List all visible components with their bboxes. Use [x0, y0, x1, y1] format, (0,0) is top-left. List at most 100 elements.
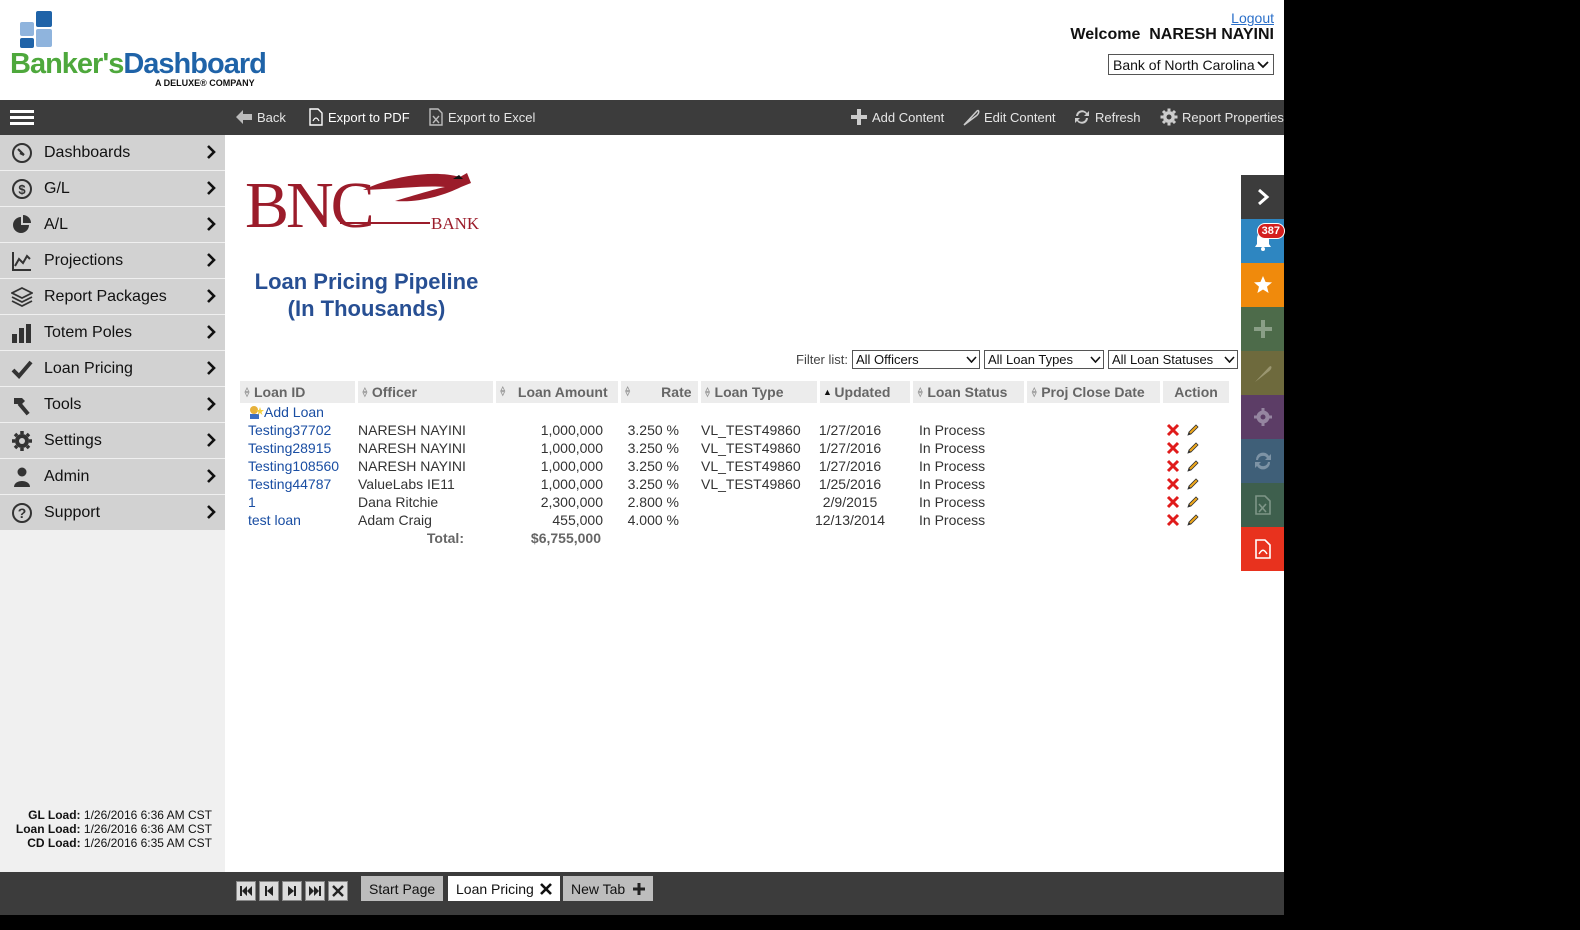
excel-file-icon [1254, 495, 1271, 515]
first-tab-button[interactable] [236, 881, 256, 901]
officer-cell: NARESH NAYINI [358, 458, 466, 474]
column-header-rate[interactable]: ▵ ▿ Rate [620, 381, 698, 403]
chevron-right-icon [207, 505, 216, 519]
loan-type-cell: VL_TEST49860 [701, 476, 801, 492]
sidebar-item-admin[interactable]: Admin [0, 459, 225, 494]
updated-cell: 1/27/2016 [818, 422, 882, 438]
loan-id-link[interactable]: test loan [240, 512, 358, 528]
delete-icon[interactable] [1166, 441, 1180, 455]
last-tab-button[interactable] [305, 881, 325, 901]
column-header-officer[interactable]: ▵ ▿ Officer [357, 381, 493, 403]
loan-status-cell: In Process [919, 476, 986, 492]
tab-start-page[interactable]: Start Page [361, 876, 444, 901]
pencil-icon[interactable] [1186, 495, 1200, 509]
loan-id-link[interactable]: Testing108560 [240, 458, 358, 474]
pencil-icon[interactable] [1186, 513, 1200, 527]
back-button[interactable]: Back [235, 106, 286, 128]
column-header-loan-amount[interactable]: ▵ ▿ Loan Amount [495, 381, 618, 403]
pencil-icon[interactable] [1186, 459, 1200, 473]
export-excel-rail-button[interactable] [1241, 483, 1284, 527]
loan-amount-cell: 1,000,000 [540, 422, 603, 438]
export-pdf-button[interactable]: Export to PDF [308, 106, 410, 128]
next-tab-button[interactable] [282, 881, 302, 901]
loan-type-cell: VL_TEST49860 [701, 440, 801, 456]
close-tab-icon[interactable] [539, 882, 552, 895]
sidebar-item-settings[interactable]: Settings [0, 423, 225, 458]
sidebar-item-a-l[interactable]: A/L [0, 207, 225, 242]
loan-status-filter-select[interactable]: All Loan Statuses [1108, 350, 1238, 369]
pencil-icon[interactable] [1186, 423, 1200, 437]
loan-id-link[interactable]: Testing37702 [240, 422, 358, 438]
column-header-loan-status[interactable]: ▵ ▿ Loan Status [913, 381, 1025, 403]
edit-content-rail-button[interactable] [1241, 351, 1284, 395]
notifications-button[interactable]: 387 [1241, 219, 1285, 263]
officer-filter-select[interactable]: All Officers [852, 350, 980, 369]
rate-cell: 4.000 % [627, 512, 679, 528]
sidebar-item-tools[interactable]: Tools [0, 387, 225, 422]
checkmark-icon [0, 351, 44, 386]
bank-select[interactable]: Bank of North Carolina [1108, 54, 1274, 75]
loan-id-link[interactable]: Testing28915 [240, 440, 358, 456]
chevron-right-icon [207, 433, 216, 447]
plus-icon [633, 882, 646, 895]
hamburger-menu-icon[interactable] [10, 110, 34, 126]
sidebar-item-g-l[interactable]: $ G/L [0, 171, 225, 206]
add-content-rail-button[interactable] [1241, 307, 1284, 351]
sidebar-item-totem-poles[interactable]: Totem Poles [0, 315, 225, 350]
column-header-loan-id[interactable]: ▵ ▿ Loan ID [240, 381, 355, 403]
rate-cell: 2.800 % [627, 494, 679, 510]
sort-asc-icon: ▲ [822, 386, 832, 397]
tab-new-tab[interactable]: New Tab [563, 876, 654, 901]
collapse-rail-button[interactable] [1241, 175, 1284, 219]
column-header-updated[interactable]: ▲ Updated [820, 381, 911, 403]
officer-cell: ValueLabs IE11 [358, 476, 455, 492]
loan-type-filter-select[interactable]: All Loan Types [984, 350, 1104, 369]
close-all-tabs-button[interactable] [328, 881, 348, 901]
chevron-down-icon [1224, 356, 1235, 363]
export-excel-button[interactable]: Export to Excel [428, 106, 535, 128]
previous-icon [265, 886, 273, 896]
previous-tab-button[interactable] [259, 881, 279, 901]
loan-id-link[interactable]: Testing44787 [240, 476, 358, 492]
settings-rail-button[interactable] [1241, 395, 1284, 439]
tab-loan-pricing[interactable]: Loan Pricing [448, 876, 560, 901]
column-header-action: Action [1163, 381, 1229, 403]
filter-label: Filter list: [796, 352, 848, 367]
skip-last-icon [309, 886, 321, 896]
refresh-icon [1254, 452, 1271, 470]
dollar-icon: $ [0, 171, 44, 206]
favorites-button[interactable] [1241, 263, 1284, 307]
sidebar-item-label: Admin [44, 467, 90, 485]
pie-icon [0, 207, 44, 242]
sidebar-item-loan-pricing[interactable]: Loan Pricing [0, 351, 225, 386]
add-loan-link[interactable]: Add Loan [240, 403, 1232, 421]
loan-status-cell: In Process [919, 440, 986, 456]
action-cell [1154, 495, 1214, 509]
delete-icon[interactable] [1166, 423, 1180, 437]
sidebar-item-dashboards[interactable]: Dashboards [0, 135, 225, 170]
delete-icon[interactable] [1166, 459, 1180, 473]
delete-icon[interactable] [1166, 477, 1180, 491]
refresh-rail-button[interactable] [1241, 439, 1284, 483]
edit-content-button[interactable]: Edit Content [962, 106, 1056, 128]
logout-link[interactable]: Logout [1231, 10, 1274, 26]
sidebar-item-projections[interactable]: Projections [0, 243, 225, 278]
add-content-button[interactable]: Add Content [850, 106, 944, 128]
loan-id-link[interactable]: 1 [240, 494, 358, 510]
close-icon [332, 885, 344, 897]
refresh-button[interactable]: Refresh [1073, 106, 1141, 128]
officer-cell: Dana Ritchie [358, 494, 439, 510]
rate-cell: 3.250 % [627, 440, 679, 456]
sidebar-item-support[interactable]: ? Support [0, 495, 225, 530]
column-header-loan-type[interactable]: ▵ ▿ Loan Type [700, 381, 818, 403]
loan-status-cell: In Process [919, 458, 986, 474]
delete-icon[interactable] [1166, 513, 1180, 527]
export-pdf-rail-button[interactable] [1241, 527, 1284, 571]
pencil-icon[interactable] [1186, 477, 1200, 491]
sidebar-item-report-packages[interactable]: Report Packages [0, 279, 225, 314]
pencil-icon[interactable] [1186, 441, 1200, 455]
report-properties-button[interactable]: Report Properties [1160, 106, 1284, 128]
column-header-proj-close-date[interactable]: ▵ ▿ Proj Close Date [1027, 381, 1161, 403]
delete-icon[interactable] [1166, 495, 1180, 509]
sidebar-item-label: G/L [44, 179, 70, 197]
